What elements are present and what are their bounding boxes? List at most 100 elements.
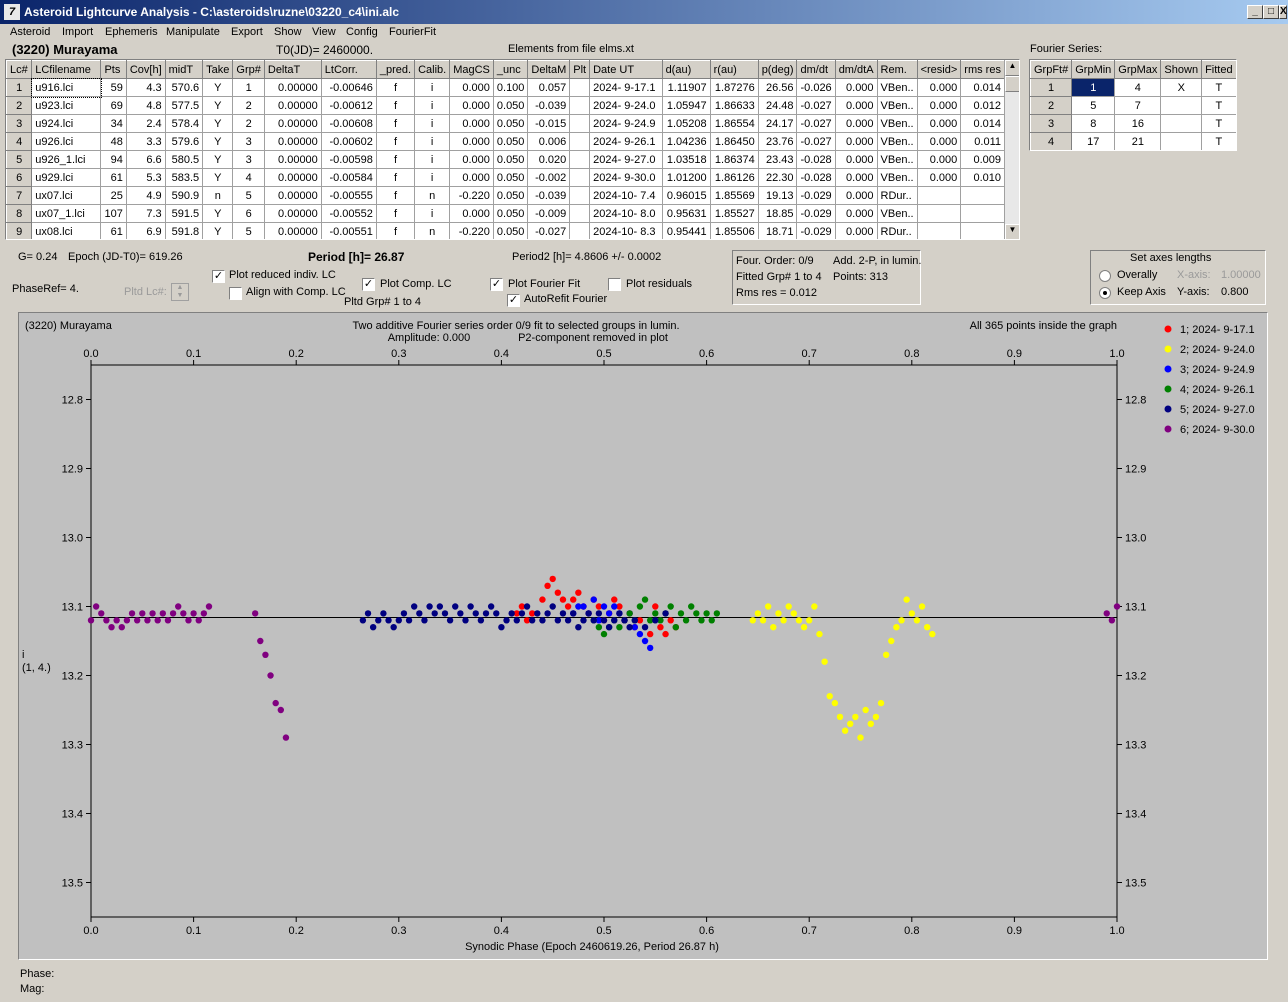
table-cell[interactable]: 591.5 — [164, 204, 204, 223]
lc-table-scrollbar[interactable]: ▲ ▼ — [1004, 60, 1019, 239]
table-cell[interactable]: -0.00555 — [320, 186, 377, 205]
table-cell[interactable]: Y — [202, 204, 234, 223]
row-number[interactable]: 3 — [1030, 114, 1073, 133]
table-cell[interactable]: -0.00552 — [320, 204, 377, 223]
table-cell[interactable] — [569, 186, 591, 205]
table-cell[interactable]: 577.5 — [164, 96, 204, 115]
table-cell[interactable]: Y — [202, 132, 234, 151]
table-cell[interactable]: 4 — [1114, 78, 1162, 97]
table-cell[interactable]: VBen.. — [876, 168, 918, 187]
keep-axis-radio[interactable] — [1099, 287, 1111, 299]
table-cell[interactable]: 5 — [1071, 96, 1116, 115]
pltd-lc-spinner[interactable]: ▲ ▼ — [171, 283, 189, 301]
lightcurve-chart[interactable]: (3220) Murayama Two additive Fourier ser… — [19, 313, 1267, 959]
table-cell[interactable]: 6 — [232, 204, 265, 223]
fourier-col-header[interactable]: GrpMin — [1071, 60, 1116, 79]
table-cell[interactable]: Y — [202, 78, 234, 97]
table-cell[interactable]: 1.85569 — [709, 186, 759, 205]
table-row[interactable]: 3 8 16 T — [1030, 114, 1236, 133]
table-cell[interactable]: u926_1.lci — [31, 150, 102, 169]
table-cell[interactable]: 48 — [100, 132, 127, 151]
table-row[interactable]: 8 ux07_1.lci 107 7.3 591.5 Y 6 0.00000 -0.00552 f… — [6, 204, 1005, 223]
table-cell[interactable]: f — [375, 114, 416, 133]
table-cell[interactable]: 0.96015 — [661, 186, 711, 205]
lc-col-header[interactable]: DeltaM — [527, 60, 571, 79]
table-cell[interactable]: 0.000 — [916, 150, 962, 169]
table-cell[interactable]: 4.3 — [125, 78, 166, 97]
period-value[interactable]: Period [h]= 26.87 — [308, 250, 404, 264]
table-cell[interactable]: n — [202, 186, 234, 205]
table-cell[interactable]: 0.050 — [492, 168, 529, 187]
table-cell[interactable]: 0.012 — [960, 96, 1005, 115]
table-cell[interactable]: 7.3 — [125, 204, 166, 223]
table-cell[interactable]: 1.85527 — [709, 204, 759, 223]
table-cell[interactable]: 0.00000 — [263, 96, 322, 115]
table-cell[interactable] — [569, 96, 591, 115]
table-cell[interactable] — [569, 150, 591, 169]
menu-config[interactable]: Config — [346, 26, 378, 38]
table-cell[interactable]: i — [414, 96, 451, 115]
table-cell[interactable]: VBen.. — [876, 78, 918, 97]
table-cell[interactable]: 2 — [232, 114, 265, 133]
lc-col-header[interactable]: LCfilename — [31, 60, 102, 79]
table-cell[interactable]: Y — [202, 150, 234, 169]
lc-col-header[interactable]: _unc — [492, 60, 529, 79]
table-cell[interactable]: VBen.. — [876, 96, 918, 115]
table-cell[interactable]: T — [1201, 114, 1236, 133]
table-cell[interactable]: 8 — [1071, 114, 1116, 133]
fourier-col-header[interactable]: GrpMax — [1114, 60, 1162, 79]
table-cell[interactable]: 2024- 9-17.1 — [589, 78, 663, 97]
table-cell[interactable]: 0.00000 — [263, 186, 322, 205]
table-cell[interactable]: i — [414, 114, 451, 133]
lc-col-header[interactable]: dm/dt — [796, 60, 836, 79]
table-cell[interactable]: X — [1160, 78, 1203, 97]
row-number[interactable]: 8 — [6, 204, 33, 223]
table-cell[interactable]: 2024- 9-24.0 — [589, 96, 663, 115]
table-cell[interactable]: 0.000 — [834, 204, 878, 223]
table-cell[interactable]: VBen.. — [876, 150, 918, 169]
minimize-button[interactable]: _ — [1247, 5, 1263, 19]
table-cell[interactable]: Y — [202, 114, 234, 133]
table-cell[interactable]: 0.000 — [834, 150, 878, 169]
table-cell[interactable]: 0.000 — [916, 132, 962, 151]
table-cell[interactable]: 0.00000 — [263, 78, 322, 97]
table-cell[interactable]: 1.85506 — [709, 222, 759, 239]
lc-col-header[interactable]: Plt — [569, 60, 591, 79]
table-cell[interactable]: -0.026 — [796, 78, 836, 97]
table-cell[interactable] — [1160, 132, 1203, 150]
table-row[interactable]: 5 u926_1.lci 94 6.6 580.5 Y 3 0.00000 -0.00598 f i… — [6, 150, 1005, 169]
phaseref-value[interactable]: PhaseRef= 4. — [12, 283, 79, 295]
table-cell[interactable]: 3 — [232, 132, 265, 151]
table-cell[interactable]: T — [1201, 96, 1236, 115]
table-cell[interactable]: 0.00000 — [263, 114, 322, 133]
table-cell[interactable]: n — [414, 222, 451, 239]
table-cell[interactable]: -0.027 — [796, 114, 836, 133]
table-cell[interactable]: -0.029 — [796, 204, 836, 223]
table-cell[interactable] — [1160, 96, 1203, 115]
table-cell[interactable]: -0.027 — [796, 96, 836, 115]
table-cell[interactable]: 2024- 9-26.1 — [589, 132, 663, 151]
table-cell[interactable]: 0.000 — [916, 168, 962, 187]
table-cell[interactable]: 583.5 — [164, 168, 204, 187]
table-cell[interactable]: 0.014 — [960, 114, 1005, 133]
table-cell[interactable]: RDur.. — [876, 222, 918, 239]
table-cell[interactable] — [916, 186, 962, 205]
table-cell[interactable]: 0.009 — [960, 150, 1005, 169]
table-cell[interactable]: -0.00598 — [320, 150, 377, 169]
table-cell[interactable] — [916, 204, 962, 223]
lc-col-header[interactable]: d(au) — [661, 60, 711, 79]
table-cell[interactable]: 0.011 — [960, 132, 1005, 151]
table-cell[interactable]: 0.000 — [449, 204, 494, 223]
table-row[interactable]: 2 u923.lci 69 4.8 577.5 Y 2 0.00000 -0.00612 f i 0.… — [6, 96, 1005, 115]
table-cell[interactable]: 5 — [232, 222, 265, 239]
table-cell[interactable] — [569, 114, 591, 133]
table-cell[interactable]: -0.00608 — [320, 114, 377, 133]
table-cell[interactable] — [960, 186, 1005, 205]
table-cell[interactable]: 0.000 — [916, 96, 962, 115]
fourier-col-header[interactable]: Shown — [1160, 60, 1203, 79]
table-cell[interactable]: 1.03518 — [661, 150, 711, 169]
table-cell[interactable]: 0.050 — [492, 150, 529, 169]
table-cell[interactable]: f — [375, 96, 416, 115]
table-cell[interactable]: 0.00000 — [263, 204, 322, 223]
lc-col-header[interactable]: <resid> — [916, 60, 962, 79]
